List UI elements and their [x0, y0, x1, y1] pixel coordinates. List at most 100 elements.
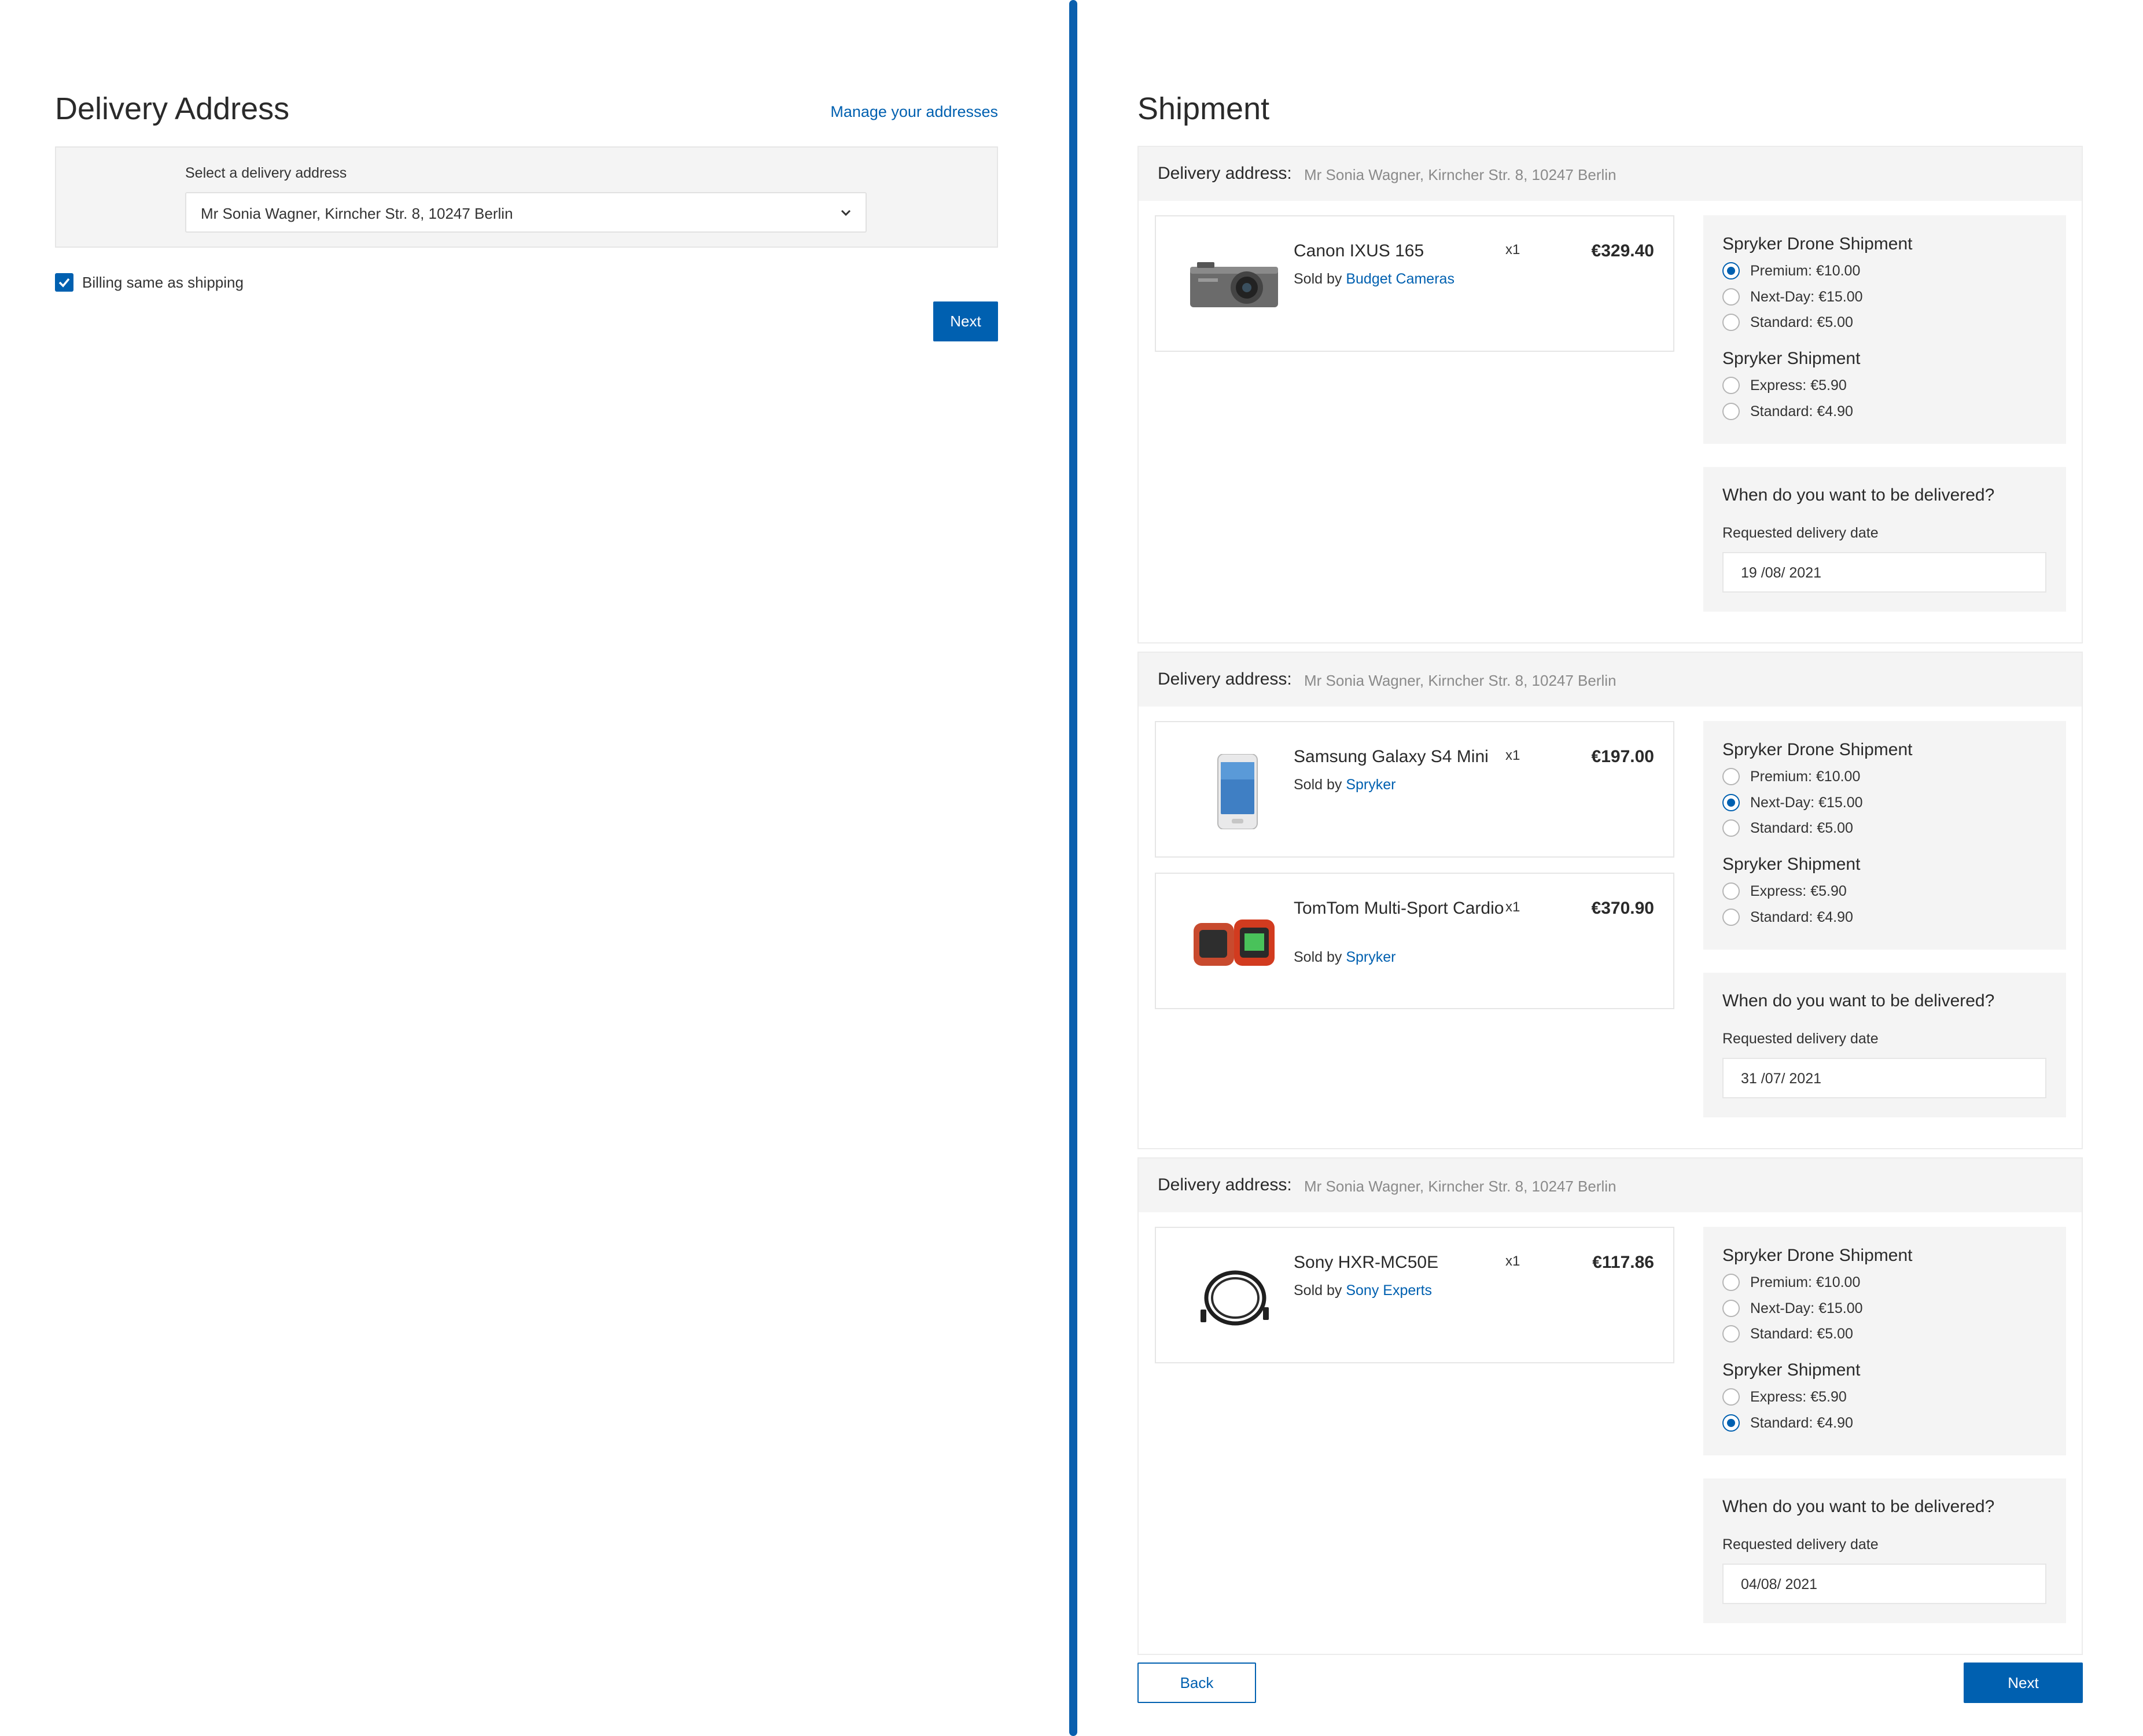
vendor-link[interactable]: Spryker: [1346, 777, 1395, 793]
method-title: Spryker Shipment: [1722, 349, 1861, 368]
cable-image: [1201, 1270, 1269, 1326]
item-quantity: x1: [1505, 899, 1520, 915]
radio-checked[interactable]: [1722, 794, 1740, 811]
item-name: Sony HXR-MC50E: [1294, 1253, 1439, 1272]
group-header: Delivery address: Mr Sonia Wagner, Kirnc…: [1139, 1158, 2082, 1212]
radio[interactable]: [1722, 909, 1740, 926]
item-quantity: x1: [1505, 748, 1520, 763]
radio[interactable]: [1722, 377, 1740, 394]
delivery-date-question: When do you want to be delivered?: [1722, 991, 1995, 1010]
shipment-methods: Spryker Drone Shipment Premium: €10.00 N…: [1703, 215, 2066, 444]
radio[interactable]: [1722, 403, 1740, 420]
delivery-date-value: 04/08/ 2021: [1741, 1576, 1818, 1592]
group-header: Delivery address: Mr Sonia Wagner, Kirnc…: [1139, 147, 2082, 201]
method-title: Spryker Drone Shipment: [1722, 234, 1913, 253]
option-label: Standard: €5.00: [1750, 314, 1853, 330]
method-title: Spryker Drone Shipment: [1722, 1246, 1913, 1265]
billing-label: Billing same as shipping: [82, 274, 244, 291]
radio[interactable]: [1722, 819, 1740, 837]
item-price: €117.86: [1592, 1253, 1654, 1272]
method-title: Spryker Drone Shipment: [1722, 740, 1913, 759]
sold-by: Sold by Spryker: [1294, 949, 1395, 966]
sport-watch-image: [1194, 920, 1275, 966]
sold-by: Sold by Sony Experts: [1294, 1282, 1432, 1299]
option-label: Premium: €10.00: [1750, 263, 1861, 279]
radio[interactable]: [1722, 1300, 1740, 1317]
delivery-address-title: Delivery Address: [55, 91, 290, 126]
radio-checked[interactable]: [1722, 262, 1740, 279]
item-quantity: x1: [1505, 1253, 1520, 1269]
radio[interactable]: [1722, 1388, 1740, 1406]
vendor-link[interactable]: Sony Experts: [1346, 1282, 1432, 1299]
item-price: €370.90: [1591, 899, 1654, 918]
vendor-link[interactable]: Budget Cameras: [1346, 271, 1455, 287]
checkmark-icon: [58, 278, 70, 288]
option-label: Standard: €4.90: [1750, 1415, 1853, 1431]
delivery-date-input[interactable]: 04/08/ 2021: [1722, 1564, 2046, 1604]
radio[interactable]: [1722, 1274, 1740, 1291]
delivery-address-value: Mr Sonia Wagner, Kirncher Str. 8, 10247 …: [1304, 1178, 1617, 1195]
option-label: Standard: €5.00: [1750, 1326, 1853, 1342]
method-title: Spryker Shipment: [1722, 855, 1861, 874]
radio[interactable]: [1722, 1325, 1740, 1343]
select-address-label: Select a delivery address: [185, 165, 347, 181]
address-select-box: Select a delivery address Mr Sonia Wagne…: [55, 146, 998, 248]
radio[interactable]: [1722, 314, 1740, 331]
delivery-address-label: Delivery address:: [1158, 1175, 1292, 1194]
delivery-date-label: Requested delivery date: [1722, 1536, 1879, 1553]
address-select[interactable]: Mr Sonia Wagner, Kirncher Str. 8, 10247 …: [185, 192, 867, 233]
sold-by-label: Sold by: [1294, 271, 1342, 287]
radio[interactable]: [1722, 288, 1740, 306]
option-label: Standard: €5.00: [1750, 820, 1853, 836]
sold-by-label: Sold by: [1294, 1282, 1342, 1299]
delivery-address-panel: Delivery Address Manage your addresses S…: [0, 0, 1073, 1736]
next-button[interactable]: Next: [933, 301, 998, 341]
shipment-methods: Spryker Drone Shipment Premium: €10.00 N…: [1703, 721, 2066, 950]
item-name: TomTom Multi-Sport Cardio: [1294, 899, 1504, 918]
address-select-value: Mr Sonia Wagner, Kirncher Str. 8, 10247 …: [201, 205, 513, 222]
group-header: Delivery address: Mr Sonia Wagner, Kirnc…: [1139, 653, 2082, 707]
option-label: Premium: €10.00: [1750, 768, 1861, 785]
delivery-date-label: Requested delivery date: [1722, 1031, 1879, 1047]
shipment-panel: Shipment Delivery address: Mr Sonia Wagn…: [1077, 0, 2143, 1736]
delivery-date-question: When do you want to be delivered?: [1722, 1497, 1995, 1516]
delivery-date-box: When do you want to be delivered? Reques…: [1703, 467, 2066, 612]
delivery-date-box: When do you want to be delivered? Reques…: [1703, 973, 2066, 1117]
item-price: €329.40: [1591, 241, 1654, 260]
delivery-date-question: When do you want to be delivered?: [1722, 486, 1995, 505]
option-label: Premium: €10.00: [1750, 1274, 1861, 1290]
sold-by: Sold by Spryker: [1294, 777, 1395, 793]
cart-item: Sony HXR-MC50E x1 €117.86 Sold by Sony E…: [1155, 1227, 1674, 1363]
shipment-methods: Spryker Drone Shipment Premium: €10.00 N…: [1703, 1227, 2066, 1455]
radio-checked[interactable]: [1722, 1414, 1740, 1432]
option-label: Next-Day: €15.00: [1750, 289, 1863, 305]
sold-by: Sold by Budget Cameras: [1294, 271, 1455, 288]
manage-addresses-link[interactable]: Manage your addresses: [767, 103, 998, 121]
next-button[interactable]: Next: [1964, 1663, 2083, 1703]
shipment-group: Delivery address: Mr Sonia Wagner, Kirnc…: [1137, 146, 2083, 643]
delivery-date-input[interactable]: 19 /08/ 2021: [1722, 552, 2046, 593]
back-button[interactable]: Back: [1137, 1663, 1256, 1703]
delivery-date-value: 19 /08/ 2021: [1741, 565, 1822, 581]
item-price: €197.00: [1591, 747, 1654, 766]
cart-item: TomTom Multi-Sport Cardio x1 €370.90 Sol…: [1155, 873, 1674, 1009]
chevron-down-icon: [841, 209, 851, 216]
delivery-address-label: Delivery address:: [1158, 670, 1292, 689]
cart-item: Samsung Galaxy S4 Mini x1 €197.00 Sold b…: [1155, 721, 1674, 858]
sold-by-label: Sold by: [1294, 777, 1342, 793]
radio[interactable]: [1722, 882, 1740, 900]
radio[interactable]: [1722, 768, 1740, 785]
option-label: Next-Day: €15.00: [1750, 1300, 1863, 1316]
item-name: Samsung Galaxy S4 Mini: [1294, 747, 1489, 766]
delivery-date-box: When do you want to be delivered? Reques…: [1703, 1478, 2066, 1623]
vendor-link[interactable]: Spryker: [1346, 949, 1395, 965]
shipment-group: Delivery address: Mr Sonia Wagner, Kirnc…: [1137, 652, 2083, 1149]
option-label: Standard: €4.90: [1750, 403, 1853, 420]
billing-checkbox[interactable]: [55, 273, 73, 292]
delivery-address-value: Mr Sonia Wagner, Kirncher Str. 8, 10247 …: [1304, 166, 1617, 183]
sold-by-label: Sold by: [1294, 949, 1342, 965]
cart-item: Canon IXUS 165 x1 €329.40 Sold by Budget…: [1155, 215, 1674, 352]
smartphone-image: [1217, 754, 1258, 829]
delivery-date-input[interactable]: 31 /07/ 2021: [1722, 1058, 2046, 1098]
panel-divider: [1069, 0, 1077, 1736]
